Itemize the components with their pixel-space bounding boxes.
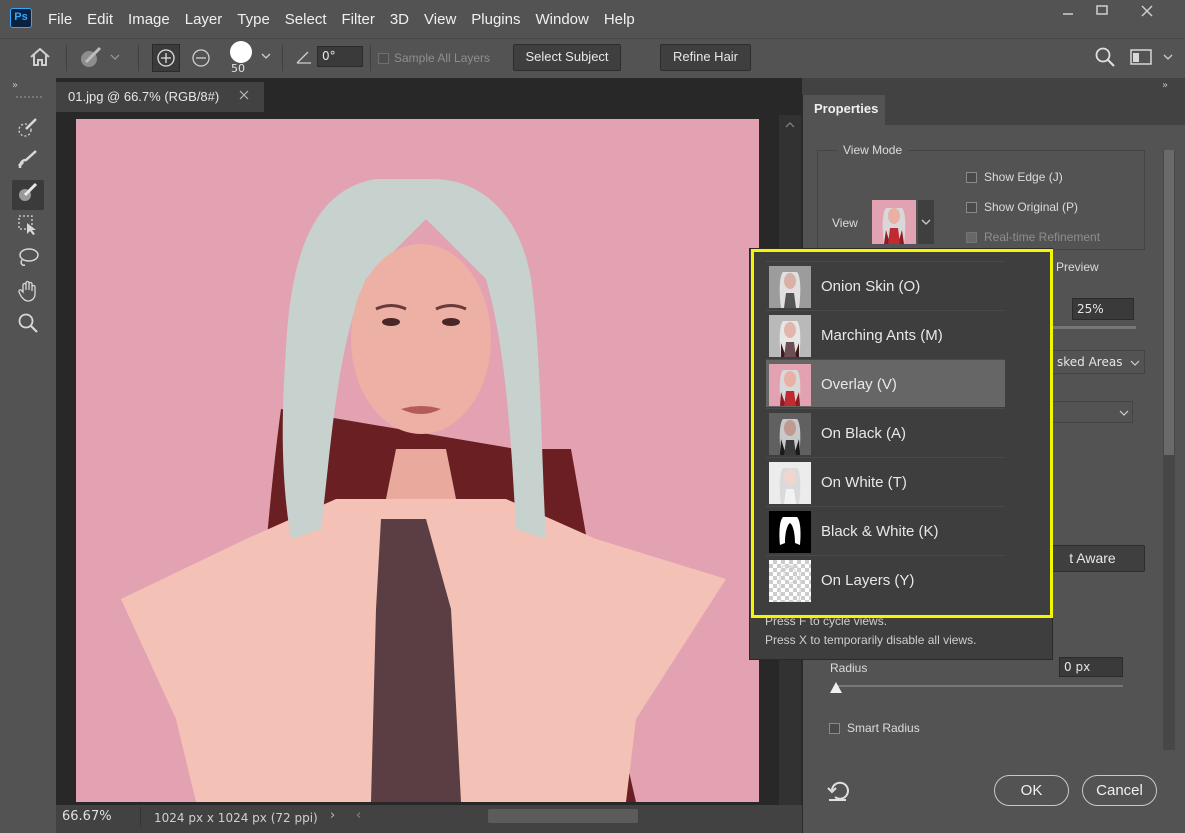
view-mode-heading: View Mode <box>837 143 909 157</box>
opacity-field[interactable]: 25% <box>1072 298 1134 320</box>
refine-edge-brush-preset-icon[interactable] <box>76 44 120 70</box>
panel-tab-strip <box>885 95 1185 125</box>
zoom-level-field[interactable]: 66.67% <box>62 807 112 827</box>
sample-all-layers-label: Sample All Layers <box>394 51 491 65</box>
view-mode-hint: Press X to temporarily disable all views… <box>765 633 977 647</box>
smart-radius-checkbox[interactable] <box>829 723 840 734</box>
brush-tool-icon[interactable] <box>12 180 44 210</box>
chevron-down-icon[interactable] <box>1162 51 1174 63</box>
show-edge-checkbox[interactable] <box>966 172 977 183</box>
ok-button[interactable]: OK <box>994 775 1069 806</box>
menu-3d[interactable]: 3D <box>390 11 409 28</box>
view-mode-dropdown-button[interactable] <box>918 200 934 244</box>
menu-edit[interactable]: Edit <box>87 11 113 28</box>
portrait-image <box>76 119 759 802</box>
menu-select[interactable]: Select <box>285 11 327 28</box>
show-original-checkbox[interactable] <box>966 202 977 213</box>
divider <box>138 45 139 71</box>
angle-icon <box>294 48 314 66</box>
radius-label: Radius <box>830 661 868 675</box>
chevron-down-icon[interactable] <box>1119 407 1129 417</box>
collapse-panel-icon[interactable]: » <box>1162 80 1168 91</box>
home-icon[interactable] <box>26 46 54 70</box>
maximize-icon[interactable] <box>1080 0 1124 30</box>
menu-image[interactable]: Image <box>128 11 170 28</box>
view-label: View <box>832 216 858 230</box>
add-to-region-icon[interactable] <box>152 44 180 72</box>
scroll-left-icon[interactable]: ‹ <box>356 808 361 823</box>
subtract-from-region-icon[interactable] <box>188 45 214 71</box>
brush-size-value: 50 <box>231 62 245 75</box>
zoom-tool-icon[interactable] <box>12 311 44 341</box>
masked-areas-label: sked Areas <box>1057 355 1123 369</box>
brush-size-preview-icon[interactable] <box>230 41 252 63</box>
image-canvas[interactable] <box>76 119 759 802</box>
divider <box>282 45 283 71</box>
chevron-right-icon[interactable]: › <box>330 808 335 823</box>
divider <box>370 45 371 71</box>
refine-edge-brush-icon[interactable] <box>12 148 44 178</box>
document-tab[interactable]: 01.jpg @ 66.7% (RGB/8#) <box>56 82 264 112</box>
realtime-refinement-label: Real-time Refinement <box>984 230 1101 244</box>
main-menu: File Edit Image Layer Type Select Filter… <box>48 0 650 38</box>
content-aware-button[interactable]: t Aware <box>1040 545 1145 572</box>
properties-scrollbar-thumb[interactable] <box>1164 150 1174 455</box>
menu-file[interactable]: File <box>48 11 72 28</box>
menu-type[interactable]: Type <box>237 11 270 28</box>
preview-label: Preview <box>1056 260 1099 274</box>
show-edge-label: Show Edge (J) <box>984 170 1063 184</box>
horizontal-scrollbar-thumb[interactable] <box>488 809 638 823</box>
hand-tool-icon[interactable] <box>12 279 44 309</box>
menu-plugins[interactable]: Plugins <box>471 11 520 28</box>
close-icon[interactable] <box>238 82 256 112</box>
sample-all-layers-checkbox[interactable] <box>378 53 389 64</box>
document-size-info[interactable]: 1024 px x 1024 px (72 ppi) <box>154 808 318 828</box>
object-selection-tool-icon[interactable] <box>12 213 44 243</box>
cancel-button[interactable]: Cancel <box>1082 775 1157 806</box>
radius-slider-track[interactable] <box>834 685 1123 687</box>
radius-slider-handle[interactable] <box>830 682 842 693</box>
chevron-down-icon[interactable] <box>259 50 273 64</box>
panel-header-strip <box>802 78 1185 95</box>
menu-filter[interactable]: Filter <box>342 11 375 28</box>
divider <box>66 45 67 71</box>
menu-help[interactable]: Help <box>604 11 635 28</box>
select-subject-button[interactable]: Select Subject <box>513 44 621 71</box>
collapse-panel-icon[interactable]: » <box>12 80 18 91</box>
highlight-frame <box>751 249 1053 618</box>
photoshop-logo-icon: Ps <box>10 8 32 28</box>
reset-icon[interactable] <box>826 778 852 804</box>
lasso-tool-icon[interactable] <box>12 246 44 276</box>
show-original-label: Show Original (P) <box>984 200 1079 214</box>
radius-field[interactable]: 0 px <box>1059 657 1123 677</box>
menu-layer[interactable]: Layer <box>185 11 223 28</box>
menu-view[interactable]: View <box>424 11 456 28</box>
toolbar-grip[interactable] <box>16 96 42 101</box>
tab-properties[interactable]: Properties <box>805 95 885 125</box>
opacity-slider-track[interactable] <box>1052 326 1136 329</box>
smart-radius-label: Smart Radius <box>847 721 920 735</box>
angle-field[interactable]: 0° <box>317 46 363 67</box>
close-window-icon[interactable] <box>1125 0 1169 30</box>
chevron-down-icon[interactable] <box>1130 357 1140 367</box>
search-icon[interactable] <box>1093 46 1117 70</box>
quick-selection-tool-icon[interactable] <box>12 115 44 145</box>
menu-window[interactable]: Window <box>535 11 588 28</box>
view-mode-thumbnail[interactable] <box>872 200 916 244</box>
realtime-refinement-checkbox[interactable] <box>966 232 977 243</box>
divider <box>140 807 141 827</box>
refine-hair-button[interactable]: Refine Hair <box>660 44 751 71</box>
workspace-icon[interactable] <box>1128 48 1154 68</box>
